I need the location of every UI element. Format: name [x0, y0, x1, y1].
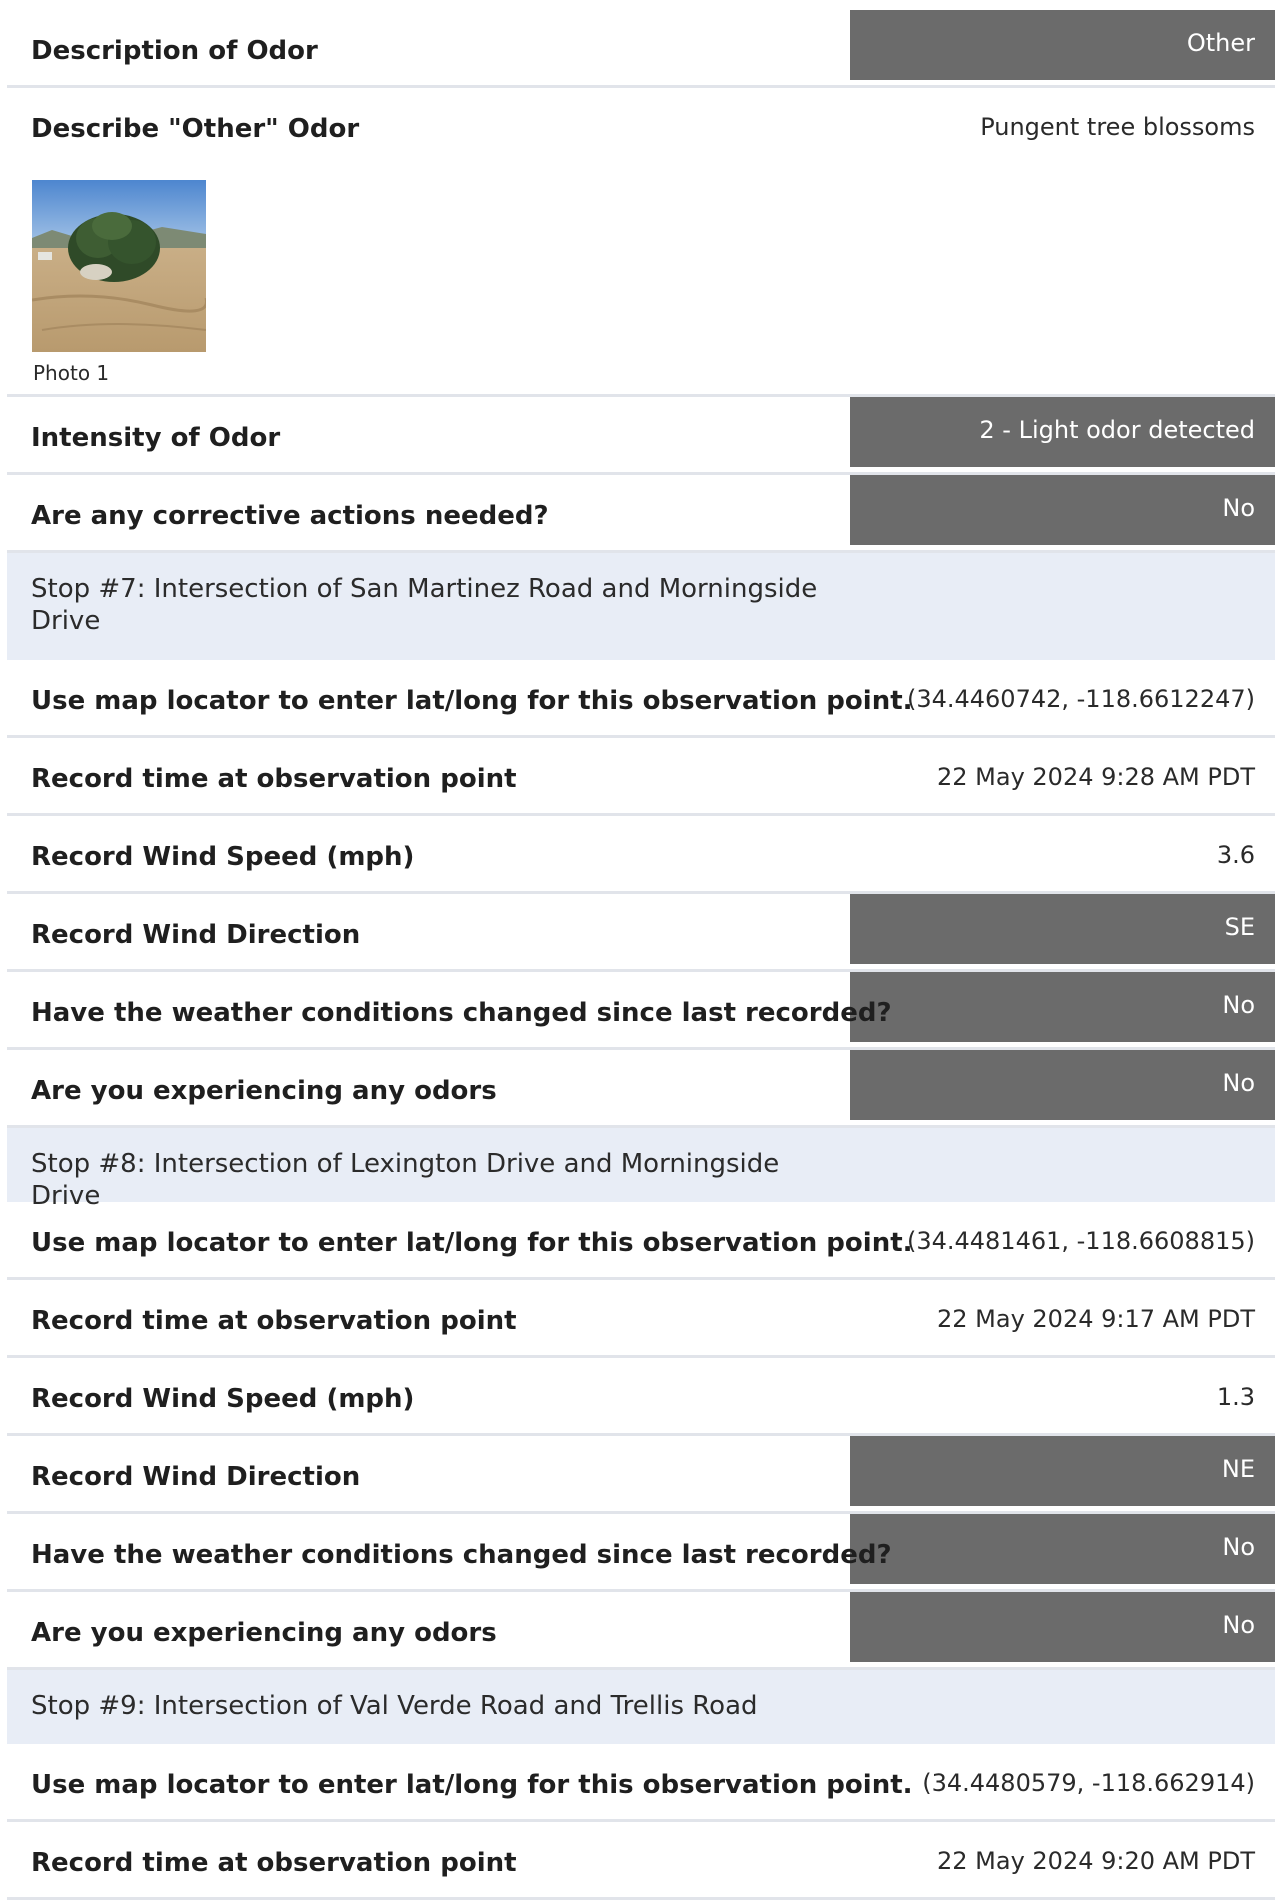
field-record-time: Record time at observation point 22 May …: [7, 1280, 1275, 1358]
field-label: Record Wind Speed (mph): [31, 1384, 415, 1414]
field-label: Use map locator to enter lat/long for th…: [31, 1228, 913, 1258]
field-describe-other-odor: Describe "Other" Odor Pungent tree bloss…: [7, 88, 1275, 397]
section-title: Stop #9: Intersection of Val Verde Road …: [31, 1691, 758, 1721]
section-stop-9: Stop #9: Intersection of Val Verde Road …: [7, 1670, 1275, 1744]
field-value: Other: [1186, 29, 1255, 57]
field-label: Are you experiencing any odors: [31, 1076, 497, 1106]
survey-report: Description of Odor Other Describe "Othe…: [0, 0, 1275, 1900]
field-label: Are you experiencing any odors: [31, 1618, 497, 1648]
field-value: No: [1222, 1533, 1255, 1561]
section-stop-7: Stop #7: Intersection of San Martinez Ro…: [7, 553, 1275, 660]
photo-caption: Photo 1: [33, 361, 110, 385]
field-label: Have the weather conditions changed sinc…: [31, 998, 892, 1028]
field-value: (34.4460742, -118.6612247): [906, 685, 1255, 713]
field-record-time: Record time at observation point 22 May …: [7, 738, 1275, 816]
field-label: Record time at observation point: [31, 764, 517, 794]
field-value: (34.4480579, -118.662914): [922, 1769, 1255, 1797]
field-label: Record Wind Direction: [31, 1462, 361, 1492]
field-label: Record Wind Speed (mph): [31, 842, 415, 872]
field-wind-direction: Record Wind Direction NE: [7, 1436, 1275, 1514]
field-value: (34.4481461, -118.6608815): [906, 1227, 1255, 1255]
field-wind-speed: Record Wind Speed (mph) 3.6: [7, 816, 1275, 894]
field-label: Record Wind Direction: [31, 920, 361, 950]
answer-box: [850, 1592, 1275, 1662]
field-value: 3.6: [1216, 841, 1255, 869]
field-label: Have the weather conditions changed sinc…: [31, 1540, 892, 1570]
field-corrective-actions: Are any corrective actions needed? No: [7, 475, 1275, 553]
field-value: SE: [1224, 913, 1255, 941]
field-label: Intensity of Odor: [31, 423, 281, 453]
field-value: No: [1222, 1611, 1255, 1639]
field-lat-long: Use map locator to enter lat/long for th…: [7, 1744, 1275, 1822]
answer-box: [850, 894, 1275, 964]
field-lat-long: Use map locator to enter lat/long for th…: [7, 1202, 1275, 1280]
field-experiencing-odors: Are you experiencing any odors No: [7, 1592, 1275, 1670]
field-label: Use map locator to enter lat/long for th…: [31, 1770, 913, 1800]
field-label: Record time at observation point: [31, 1848, 517, 1878]
section-stop-8: Stop #8: Intersection of Lexington Drive…: [7, 1128, 1275, 1211]
field-experiencing-odors: Are you experiencing any odors No: [7, 1050, 1275, 1128]
section-title: Stop #7: Intersection of San Martinez Ro…: [31, 574, 818, 636]
field-value: Pungent tree blossoms: [980, 113, 1255, 141]
answer-box: [850, 972, 1275, 1042]
field-value: No: [1222, 494, 1255, 522]
field-value: 22 May 2024 9:20 AM PDT: [936, 1847, 1255, 1875]
field-weather-changed: Have the weather conditions changed sinc…: [7, 972, 1275, 1050]
field-lat-long: Use map locator to enter lat/long for th…: [7, 660, 1275, 738]
field-value: 2 - Light odor detected: [979, 416, 1255, 444]
answer-box: [850, 1050, 1275, 1120]
field-label: Are any corrective actions needed?: [31, 501, 549, 531]
field-value: NE: [1221, 1455, 1255, 1483]
answer-box: [850, 1514, 1275, 1584]
field-value: No: [1222, 1069, 1255, 1097]
field-label: Description of Odor: [31, 36, 318, 66]
answer-box: [850, 475, 1275, 545]
field-value: 1.3: [1216, 1383, 1255, 1411]
field-description-of-odor: Description of Odor Other: [7, 10, 1275, 88]
field-label: Describe "Other" Odor: [31, 114, 360, 144]
field-wind-direction: Record Wind Direction SE: [7, 894, 1275, 972]
field-record-time: Record time at observation point 22 May …: [7, 1822, 1275, 1900]
field-value: No: [1222, 991, 1255, 1019]
odor-photo-thumbnail[interactable]: [32, 180, 206, 352]
field-wind-speed: Record Wind Speed (mph) 1.3: [7, 1358, 1275, 1436]
field-label: Record time at observation point: [31, 1306, 517, 1336]
field-intensity-of-odor: Intensity of Odor 2 - Light odor detecte…: [7, 397, 1275, 475]
answer-box: [850, 1436, 1275, 1506]
field-label: Use map locator to enter lat/long for th…: [31, 686, 913, 716]
field-weather-changed: Have the weather conditions changed sinc…: [7, 1514, 1275, 1592]
field-value: 22 May 2024 9:28 AM PDT: [936, 763, 1255, 791]
field-value: 22 May 2024 9:17 AM PDT: [936, 1305, 1255, 1333]
